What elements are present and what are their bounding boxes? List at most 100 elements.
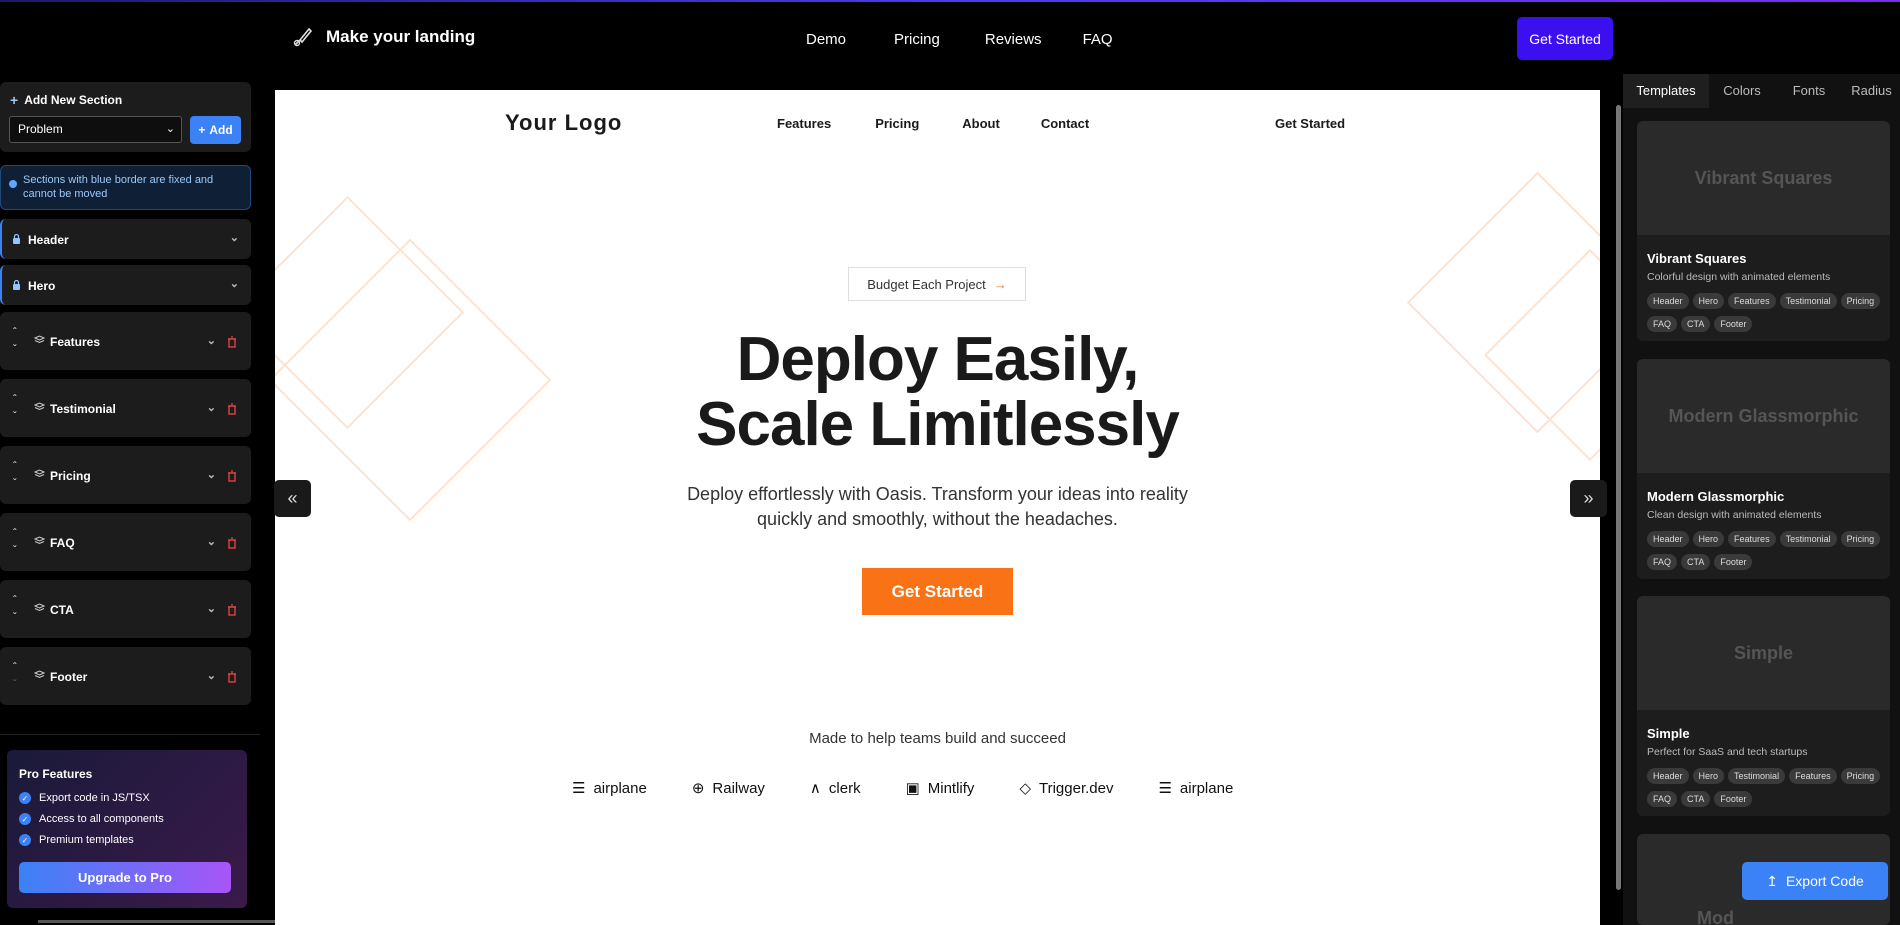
preview-nav-pricing[interactable]: Pricing [875, 116, 919, 131]
wing-icon: ∧ [809, 780, 821, 797]
grip-icon[interactable] [34, 536, 45, 545]
arrow-right-icon: → [993, 276, 1007, 292]
nav-link-pricing[interactable]: Pricing [894, 31, 940, 48]
upgrade-pro-button[interactable]: Upgrade to Pro [19, 862, 231, 893]
export-code-button[interactable]: ↥ Export Code [1742, 862, 1888, 900]
trash-icon[interactable] [227, 403, 237, 415]
chevron-down-icon[interactable]: ⌄ [207, 468, 216, 481]
section-item-faq[interactable]: ˆˇ FAQ ⌄ [0, 513, 251, 571]
add-section-button[interactable]: + Add [190, 116, 241, 144]
template-card-modern-glassmorphic[interactable]: Modern Glassmorphic Modern Glassmorphic … [1637, 359, 1890, 579]
trash-icon[interactable] [227, 537, 237, 549]
brand[interactable]: Make your landing [292, 26, 475, 48]
preview-nav-contact[interactable]: Contact [1041, 116, 1089, 131]
section-label: FAQ [50, 536, 75, 550]
chevron-down-icon[interactable]: ⌄ [207, 669, 216, 682]
template-desc: Colorful design with animated elements [1647, 271, 1831, 283]
section-chip: Footer [1714, 554, 1753, 570]
sidebar-divider [0, 734, 260, 735]
template-chips: Header Hero Features Testimonial Pricing FAQ C… [1647, 529, 1887, 575]
trash-icon[interactable] [227, 470, 237, 482]
preview-nav-about[interactable]: About [962, 116, 1000, 131]
top-nav: Make your landing Demo Pricing Reviews F… [0, 2, 1900, 74]
preview-nav: Features Pricing About Contact [777, 116, 1089, 131]
template-card-simple[interactable]: Simple Simple Perfect for SaaS and tech … [1637, 596, 1890, 816]
next-template-button[interactable]: » [1570, 480, 1607, 517]
section-chip: Testimonial [1779, 293, 1837, 309]
chevron-down-icon[interactable]: ⌄ [230, 277, 239, 290]
panel-tabs: Templates Colors Fonts Radius [1623, 74, 1900, 108]
section-item-pricing[interactable]: ˆˇ Pricing ⌄ [0, 446, 251, 504]
preview-scrollbar[interactable] [1616, 105, 1621, 890]
chevron-down-icon[interactable]: ⌄ [207, 535, 216, 548]
grip-icon[interactable] [34, 402, 45, 411]
preview-canvas: Your Logo Features Pricing About Contact… [275, 90, 1600, 925]
pro-feature-item: ✓ Export code in JS/TSX [19, 792, 150, 804]
partner-logo: ∧ clerk [809, 779, 861, 798]
diamond-icon: ◇ [1019, 780, 1031, 797]
nav-link-faq[interactable]: FAQ [1083, 31, 1113, 48]
section-chip: Header [1647, 531, 1689, 547]
section-item-hero[interactable]: Hero ⌄ [0, 265, 251, 305]
template-desc: Clean design with animated elements [1647, 509, 1822, 521]
section-chip: Testimonial [1728, 768, 1786, 784]
chevron-down-icon[interactable]: ⌄ [207, 602, 216, 615]
section-item-features[interactable]: ˆˇ Features ⌄ [0, 312, 251, 370]
reorder-arrows[interactable]: ˆˇ [13, 592, 16, 626]
partner-logo: ▣ Mintlify [905, 779, 975, 798]
reorder-arrows[interactable]: ˆˇ [13, 659, 16, 693]
chevron-down-icon[interactable]: ⌄ [207, 334, 216, 347]
template-preview: Modern Glassmorphic [1637, 359, 1890, 473]
section-chip: Pricing [1840, 531, 1881, 547]
grip-icon[interactable] [34, 670, 45, 679]
hero-badge[interactable]: Budget Each Project → [848, 267, 1026, 301]
trash-icon[interactable] [227, 604, 237, 616]
section-label: Header [28, 233, 69, 247]
grip-icon[interactable] [34, 603, 45, 612]
section-chip: CTA [1681, 791, 1711, 807]
hero-get-started-button[interactable]: Get Started [862, 568, 1013, 615]
tab-radius[interactable]: Radius [1843, 74, 1900, 108]
grip-icon[interactable] [34, 469, 45, 478]
section-chip: FAQ [1647, 316, 1678, 332]
template-card-vibrant-squares[interactable]: Vibrant Squares Vibrant Squares Colorful… [1637, 121, 1890, 341]
tab-templates[interactable]: Templates [1623, 74, 1709, 108]
reorder-arrows[interactable]: ˆˇ [13, 458, 16, 492]
partner-logo: ⊕ Railway [691, 779, 765, 798]
trash-icon[interactable] [227, 671, 237, 683]
section-chip: Header [1647, 293, 1689, 309]
chevron-down-icon[interactable]: ⌄ [207, 401, 216, 414]
chevron-down-icon[interactable]: ⌄ [230, 231, 239, 244]
check-icon: ✓ [19, 792, 31, 804]
section-item-testimonial[interactable]: ˆˇ Testimonial ⌄ [0, 379, 251, 437]
section-chip: Hero [1692, 293, 1725, 309]
preview-nav-features[interactable]: Features [777, 116, 831, 131]
section-chip: Features [1728, 293, 1776, 309]
section-type-select[interactable]: Problem ⌄ [9, 116, 182, 143]
tab-fonts[interactable]: Fonts [1775, 74, 1843, 108]
section-chip: FAQ [1647, 554, 1678, 570]
reorder-arrows[interactable]: ˆˇ [13, 525, 16, 559]
template-panel: Templates Colors Fonts Radius Vibrant Sq… [1623, 74, 1900, 925]
section-item-footer[interactable]: ˆˇ Footer ⌄ [0, 647, 251, 705]
section-chip: CTA [1681, 554, 1711, 570]
add-section-title: + Add New Section [10, 92, 123, 108]
grip-icon[interactable] [34, 335, 45, 344]
nav-link-demo[interactable]: Demo [806, 31, 846, 48]
section-chip: Footer [1714, 316, 1753, 332]
preview-logo: Your Logo [505, 110, 623, 135]
trash-icon[interactable] [227, 336, 237, 348]
tab-colors[interactable]: Colors [1709, 74, 1775, 108]
reorder-arrows[interactable]: ˆˇ [13, 391, 16, 425]
top-get-started-button[interactable]: Get Started [1517, 17, 1613, 60]
section-chip: Pricing [1840, 293, 1881, 309]
fixed-sections-info: Sections with blue border are fixed and … [0, 165, 251, 210]
pro-features-card: Pro Features ✓ Export code in JS/TSX ✓ A… [7, 750, 247, 908]
section-item-header[interactable]: Header ⌄ [0, 219, 251, 259]
section-item-cta[interactable]: ˆˇ CTA ⌄ [0, 580, 251, 638]
reorder-arrows[interactable]: ˆˇ [13, 324, 16, 358]
nav-link-reviews[interactable]: Reviews [985, 31, 1042, 48]
preview-nav-get-started[interactable]: Get Started [1275, 116, 1345, 131]
prev-template-button[interactable]: « [274, 480, 311, 517]
plus-icon: + [198, 123, 206, 137]
